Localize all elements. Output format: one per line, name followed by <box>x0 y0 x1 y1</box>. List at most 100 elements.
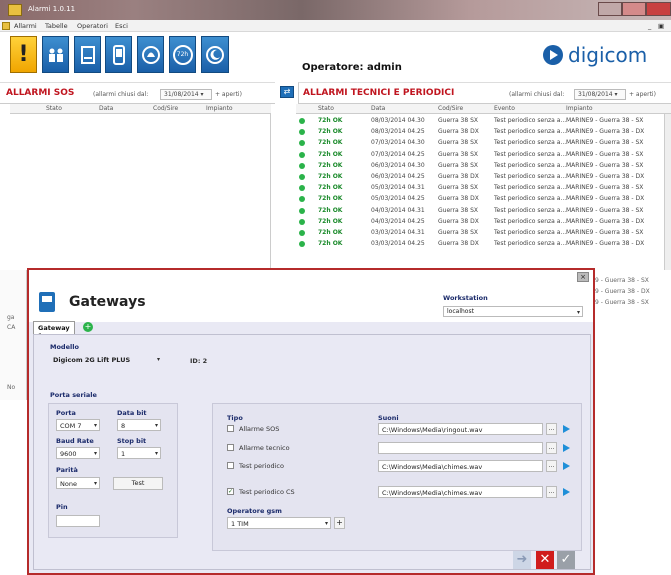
sound-periodico-field[interactable]: C:\Windows\Media\chimes.wav <box>378 460 543 472</box>
porta-select[interactable]: COM 7 ▾ <box>56 419 100 431</box>
play-tecnico-icon[interactable] <box>560 442 571 454</box>
cell-stato: 72h OK <box>318 161 343 169</box>
tech-grid-scrollbar[interactable] <box>664 114 671 270</box>
suoni-label: Suoni <box>378 414 399 422</box>
sound-periodico-cs-field[interactable]: C:\Windows\Media\chimes.wav <box>378 486 543 498</box>
browse-tecnico-button[interactable]: ... <box>546 442 557 454</box>
dialog-header: × Gateways Workstation localhost ▾ <box>29 270 593 322</box>
table-row[interactable]: 72h OK 08/03/2014 04.25 Guerra 38 DX Test p… <box>296 127 671 138</box>
tech-col-evento[interactable]: Evento <box>494 105 515 112</box>
modello-value: Digicom 2G Lift PLUS <box>53 356 131 364</box>
moon-icon[interactable] <box>201 36 229 73</box>
sos-col-impianto[interactable]: Impianto <box>206 105 233 112</box>
menu-tabelle[interactable]: Tabelle <box>45 22 68 30</box>
table-row[interactable]: 72h OK 05/03/2014 04.25 Guerra 38 DX Test p… <box>296 194 671 205</box>
allarme-sos-checkbox[interactable] <box>227 425 234 432</box>
table-row[interactable]: 72h OK 06/03/2014 04.25 Guerra 38 DX Test p… <box>296 172 671 183</box>
table-row[interactable]: 72h OK 03/03/2014 04.25 Guerra 38 DX Test p… <box>296 239 671 250</box>
document-icon[interactable] <box>74 36 101 73</box>
browse-sos-button[interactable]: ... <box>546 423 557 435</box>
workstation-select[interactable]: localhost ▾ <box>443 306 583 317</box>
people-icon[interactable] <box>42 36 69 73</box>
tab-gateway-1[interactable]: Gateway 1 <box>33 321 75 340</box>
parita-select[interactable]: None ▾ <box>56 477 100 489</box>
dialog-close-icon[interactable]: × <box>577 272 589 282</box>
close-button[interactable] <box>646 2 671 16</box>
sos-title: ALLARMI SOS <box>6 88 75 98</box>
stopbit-select[interactable]: 1 ▾ <box>117 447 161 459</box>
baud-select[interactable]: 9600 ▾ <box>56 447 100 459</box>
play-sos-icon[interactable] <box>560 423 571 435</box>
table-row[interactable]: 72h OK 04/03/2014 04.31 Guerra 38 SX Test p… <box>296 206 671 217</box>
tech-grid[interactable]: 72h OK 08/03/2014 04.30 Guerra 38 SX Test p… <box>296 114 671 269</box>
minimize-glyph[interactable]: _ <box>648 22 651 30</box>
table-row[interactable]: 72h OK 07/03/2014 04.30 Guerra 38 SX Test p… <box>296 138 671 149</box>
warning-icon[interactable]: ! <box>10 36 37 73</box>
add-operatore-button[interactable]: + <box>334 517 345 529</box>
allarme-tecnico-checkbox[interactable] <box>227 444 234 451</box>
baud-value: 9600 <box>60 450 77 458</box>
cell-impianto: MARINE9 - Guerra 38 - DX <box>566 240 645 248</box>
test-button[interactable]: Test <box>113 477 163 490</box>
tech-col-impianto[interactable]: Impianto <box>566 105 593 112</box>
sos-col-stato[interactable]: Stato <box>46 105 62 112</box>
tech-closed-label: (allarmi chiusi dal: <box>509 91 565 98</box>
restore-glyph[interactable]: ▣ <box>658 22 664 30</box>
clock-72h-icon[interactable]: 72h <box>169 36 196 73</box>
partial-impianto-1: 9 - Guerra 38 - SX <box>595 277 649 284</box>
cell-codsire: Guerra 38 SX <box>438 117 479 124</box>
cancel-x-icon[interactable]: ✕ <box>536 551 554 569</box>
databit-select[interactable]: 8 ▾ <box>117 419 161 431</box>
modello-select[interactable]: Digicom 2G Lift PLUS ▾ <box>50 354 162 366</box>
app-icon <box>8 4 22 16</box>
chevron-down-icon: ▾ <box>324 520 328 527</box>
table-row[interactable]: 72h OK 04/03/2014 04.25 Guerra 38 DX Test p… <box>296 217 671 228</box>
table-row[interactable]: 72h OK 05/03/2014 04.31 Guerra 38 SX Test p… <box>296 183 671 194</box>
minimize-button[interactable] <box>598 2 622 16</box>
menu-esci[interactable]: Esci <box>115 22 128 30</box>
play-periodico-cs-icon[interactable] <box>560 486 571 498</box>
cell-data: 04/03/2014 04.31 <box>371 206 425 214</box>
sound-sos-field[interactable]: C:\Windows\Media\ringout.wav <box>378 423 543 435</box>
cell-codsire: Guerra 38 SX <box>438 150 479 158</box>
browse-periodico-cs-button[interactable]: ... <box>546 486 557 498</box>
sos-col-codsire[interactable]: Cod/Sire <box>153 105 178 112</box>
table-row[interactable]: 72h OK 06/03/2014 04.30 Guerra 38 SX Test p… <box>296 161 671 172</box>
test-periodico-cs-checkbox[interactable]: ✓ <box>227 488 234 495</box>
tech-col-stato[interactable]: Stato <box>318 105 334 112</box>
phone-icon[interactable] <box>105 36 132 73</box>
bell-icon[interactable] <box>137 36 164 73</box>
sos-closed-label: (allarmi chiusi dal: <box>93 91 149 98</box>
menu-operatori[interactable]: Operatori <box>77 22 108 30</box>
table-row[interactable]: 72h OK 07/03/2014 04.25 Guerra 38 SX Test p… <box>296 150 671 161</box>
tech-date-picker[interactable]: 31/08/2014 ▾ <box>574 89 626 100</box>
cell-stato: 72h OK <box>318 195 343 203</box>
sos-col-data[interactable]: Data <box>99 105 113 112</box>
forward-arrow-icon[interactable]: ➜ <box>513 551 531 569</box>
chevron-down-icon: ▾ <box>156 356 160 363</box>
maximize-button[interactable] <box>622 2 646 16</box>
tech-col-codsire[interactable]: Cod/Sire <box>438 105 463 112</box>
confirm-check-icon[interactable]: ✓ <box>557 551 575 569</box>
operatore-gsm-select[interactable]: 1 TIM ▾ <box>227 517 331 529</box>
add-tab-icon[interactable]: + <box>83 322 93 332</box>
logo-text: digicom <box>568 43 648 67</box>
table-row[interactable]: 72h OK 03/03/2014 04.31 Guerra 38 SX Test p… <box>296 228 671 239</box>
parita-value: None <box>60 480 77 488</box>
sos-panel-header: ALLARMI SOS (allarmi chiusi dal: 31/08/2… <box>0 82 275 104</box>
pin-input[interactable] <box>56 515 100 527</box>
test-periodico-label: Test periodico <box>239 462 284 470</box>
cell-stato: 72h OK <box>318 139 343 147</box>
sos-grid[interactable] <box>10 114 271 270</box>
play-periodico-icon[interactable] <box>560 460 571 472</box>
menu-allarmi[interactable]: Allarmi <box>14 22 37 30</box>
swap-arrows-icon[interactable]: ⇄ <box>280 86 294 98</box>
cell-data: 03/03/2014 04.25 <box>371 240 425 248</box>
sound-tecnico-field[interactable] <box>378 442 543 454</box>
test-periodico-checkbox[interactable] <box>227 462 234 469</box>
table-row[interactable]: 72h OK 08/03/2014 04.30 Guerra 38 SX Test p… <box>296 116 671 127</box>
browse-periodico-button[interactable]: ... <box>546 460 557 472</box>
tech-grid-header: Stato Data Cod/Sire Evento Impianto <box>296 104 671 114</box>
sos-date-picker[interactable]: 31/08/2014 ▾ <box>160 89 212 100</box>
tech-col-data[interactable]: Data <box>371 105 385 112</box>
